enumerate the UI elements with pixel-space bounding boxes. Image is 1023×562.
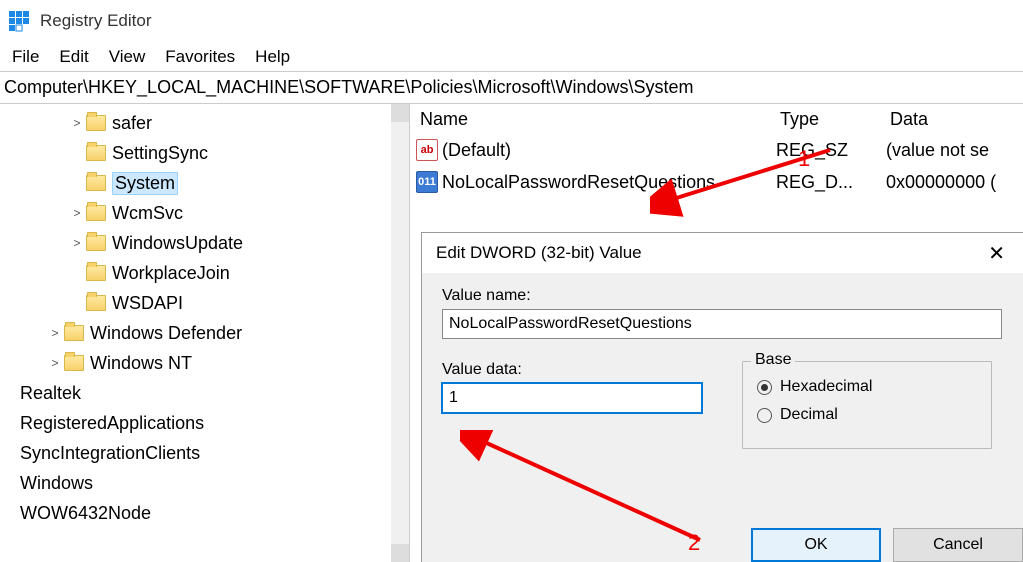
value-dw-icon: 011 [416,171,438,193]
tree-item[interactable]: WorkplaceJoin [0,258,409,288]
folder-icon [86,205,106,221]
radio-icon [757,408,772,423]
folder-icon [64,355,84,371]
base-label: Base [751,351,795,369]
chevron-right-icon[interactable] [70,266,84,280]
folder-icon [64,325,84,341]
dialog-title-text: Edit DWORD (32-bit) Value [436,243,642,263]
chevron-right-icon[interactable]: > [70,116,84,130]
chevron-right-icon[interactable] [4,476,18,490]
tree-item[interactable]: > safer [0,108,409,138]
close-icon[interactable]: ✕ [988,241,1005,266]
base-group: Base Hexadecimal Decimal [742,361,992,449]
chevron-right-icon[interactable] [4,446,18,460]
tree-item[interactable]: RegisteredApplications [0,408,409,438]
menu-view[interactable]: View [101,45,154,69]
tree-item-label: WSDAPI [112,293,183,314]
tree-item-label: Windows NT [90,353,192,374]
list-row[interactable]: ab(Default) REG_SZ(value not se [410,134,1023,166]
tree-item-label: Windows [20,473,93,494]
tree-item[interactable]: > Windows NT [0,348,409,378]
chevron-right-icon[interactable]: > [70,206,84,220]
tree-item[interactable]: > WcmSvc [0,198,409,228]
tree-item-label: WorkplaceJoin [112,263,230,284]
tree-item-label: safer [112,113,152,134]
value-data: (value not se [886,140,1023,161]
menu-edit[interactable]: Edit [51,45,96,69]
tree-item-label: Realtek [20,383,81,404]
tree-item[interactable]: System [0,168,409,198]
menu-help[interactable]: Help [247,45,298,69]
folder-icon [86,175,106,191]
regedit-icon [8,10,30,32]
tree-item[interactable]: WOW6432Node [0,498,409,528]
tree-item[interactable]: Windows [0,468,409,498]
title-bar: Registry Editor [0,0,1023,42]
value-data-input[interactable] [442,383,702,413]
tree-item-label: RegisteredApplications [20,413,204,434]
folder-icon [86,115,106,131]
value-data: 0x00000000 ( [886,172,1023,193]
value-name-label: Value name: [442,287,1003,305]
folder-icon [86,295,106,311]
tree-item-label: System [112,172,178,195]
tree-pane[interactable]: > safer SettingSync System > WcmSvc > Windows… [0,104,410,562]
folder-icon [86,235,106,251]
radio-hexadecimal[interactable]: Hexadecimal [757,378,977,396]
col-header-type[interactable]: Type [780,109,890,130]
tree-item[interactable]: > Windows Defender [0,318,409,348]
chevron-right-icon[interactable] [4,386,18,400]
radio-decimal[interactable]: Decimal [757,406,977,424]
menu-favorites[interactable]: Favorites [157,45,243,69]
value-type: REG_SZ [776,140,886,161]
tree-item-label: WcmSvc [112,203,183,224]
cancel-button[interactable]: Cancel [893,528,1023,562]
value-name: (Default) [442,140,511,161]
tree-item-label: WindowsUpdate [112,233,243,254]
edit-dword-dialog: Edit DWORD (32-bit) Value ✕ Value name: … [421,232,1023,562]
chevron-right-icon[interactable] [4,416,18,430]
chevron-right-icon[interactable]: > [48,326,62,340]
chevron-right-icon[interactable]: > [48,356,62,370]
app-title: Registry Editor [40,11,151,31]
address-text: Computer\HKEY_LOCAL_MACHINE\SOFTWARE\Pol… [4,77,694,98]
tree-item[interactable]: SettingSync [0,138,409,168]
chevron-right-icon[interactable] [70,176,84,190]
value-type: REG_D... [776,172,886,193]
radio-icon [757,380,772,395]
tree-item[interactable]: WSDAPI [0,288,409,318]
col-header-name[interactable]: Name [420,109,780,130]
chevron-right-icon[interactable] [4,506,18,520]
chevron-right-icon[interactable]: > [70,236,84,250]
value-sz-icon: ab [416,139,438,161]
value-name-input[interactable] [442,309,1002,339]
col-header-data[interactable]: Data [890,109,1023,130]
tree-item-label: SyncIntegrationClients [20,443,200,464]
tree-item-label: WOW6432Node [20,503,151,524]
folder-icon [86,265,106,281]
list-row[interactable]: 011NoLocalPasswordResetQuestions REG_D...… [410,166,1023,198]
folder-icon [86,145,106,161]
tree-item-label: Windows Defender [90,323,242,344]
tree-item[interactable]: > WindowsUpdate [0,228,409,258]
tree-item[interactable]: SyncIntegrationClients [0,438,409,468]
tree-item[interactable]: Realtek [0,378,409,408]
chevron-right-icon[interactable] [70,146,84,160]
tree-item-label: SettingSync [112,143,208,164]
value-data-label: Value data: [442,361,712,379]
menubar: File Edit View Favorites Help [0,42,1023,72]
chevron-right-icon[interactable] [70,296,84,310]
dialog-titlebar: Edit DWORD (32-bit) Value ✕ [422,233,1023,273]
list-header: Name Type Data [410,104,1023,134]
menu-file[interactable]: File [4,45,47,69]
value-name: NoLocalPasswordResetQuestions [442,172,715,193]
address-bar[interactable]: Computer\HKEY_LOCAL_MACHINE\SOFTWARE\Pol… [0,72,1023,104]
ok-button[interactable]: OK [751,528,881,562]
scrollbar[interactable] [391,104,409,562]
